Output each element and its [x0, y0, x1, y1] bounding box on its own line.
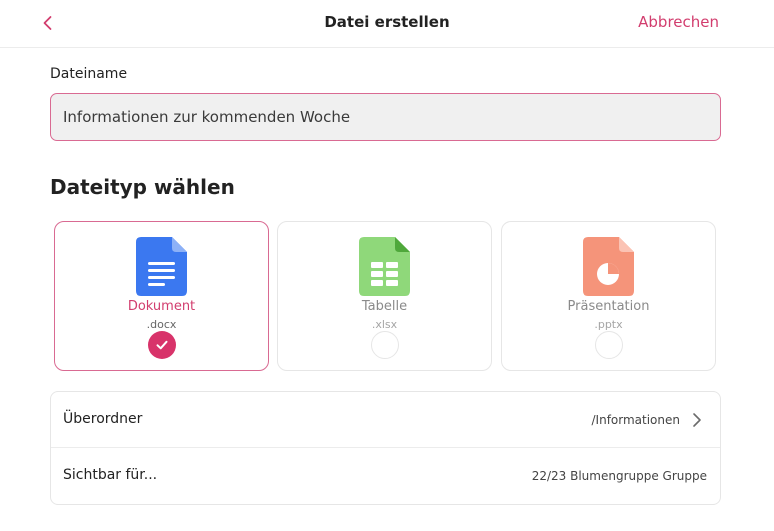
selection-radio[interactable] [595, 331, 623, 359]
cancel-button[interactable]: Abbrechen [638, 13, 719, 31]
visibility-value: 22/23 Blumengruppe Gruppe [531, 469, 707, 483]
file-type-extension: .xlsx [371, 318, 398, 331]
file-type-extension: .pptx [594, 318, 623, 331]
spreadsheet-icon [359, 237, 410, 296]
parent-folder-row[interactable]: Überordner /Informationen [51, 392, 720, 448]
file-type-card-document[interactable]: Dokument .docx [54, 221, 269, 371]
file-type-extension: .docx [146, 318, 177, 331]
selection-radio[interactable] [371, 331, 399, 359]
file-type-card-spreadsheet[interactable]: Tabelle .xlsx [277, 221, 492, 371]
file-type-name: Tabelle [361, 299, 408, 314]
document-icon [136, 237, 187, 296]
presentation-icon [583, 237, 634, 296]
file-type-name: Dokument [127, 299, 196, 314]
settings-list: Überordner /Informationen Sichtbar für..… [50, 391, 721, 505]
top-bar: Datei erstellen Abbrechen [0, 0, 774, 48]
check-icon [156, 340, 168, 350]
filename-input[interactable] [50, 93, 721, 141]
file-type-name: Präsentation [567, 299, 650, 314]
file-type-heading: Dateityp wählen [50, 175, 235, 199]
filename-label: Dateiname [50, 66, 128, 82]
visibility-label: Sichtbar für... [63, 467, 158, 483]
file-type-card-presentation[interactable]: Präsentation .pptx [501, 221, 716, 371]
parent-folder-label: Überordner [63, 411, 143, 427]
parent-folder-value: /Informationen [591, 413, 681, 427]
visibility-row[interactable]: Sichtbar für... 22/23 Blumengruppe Grupp… [51, 448, 720, 504]
chevron-right-icon [693, 413, 701, 427]
selection-radio-checked[interactable] [148, 331, 176, 359]
